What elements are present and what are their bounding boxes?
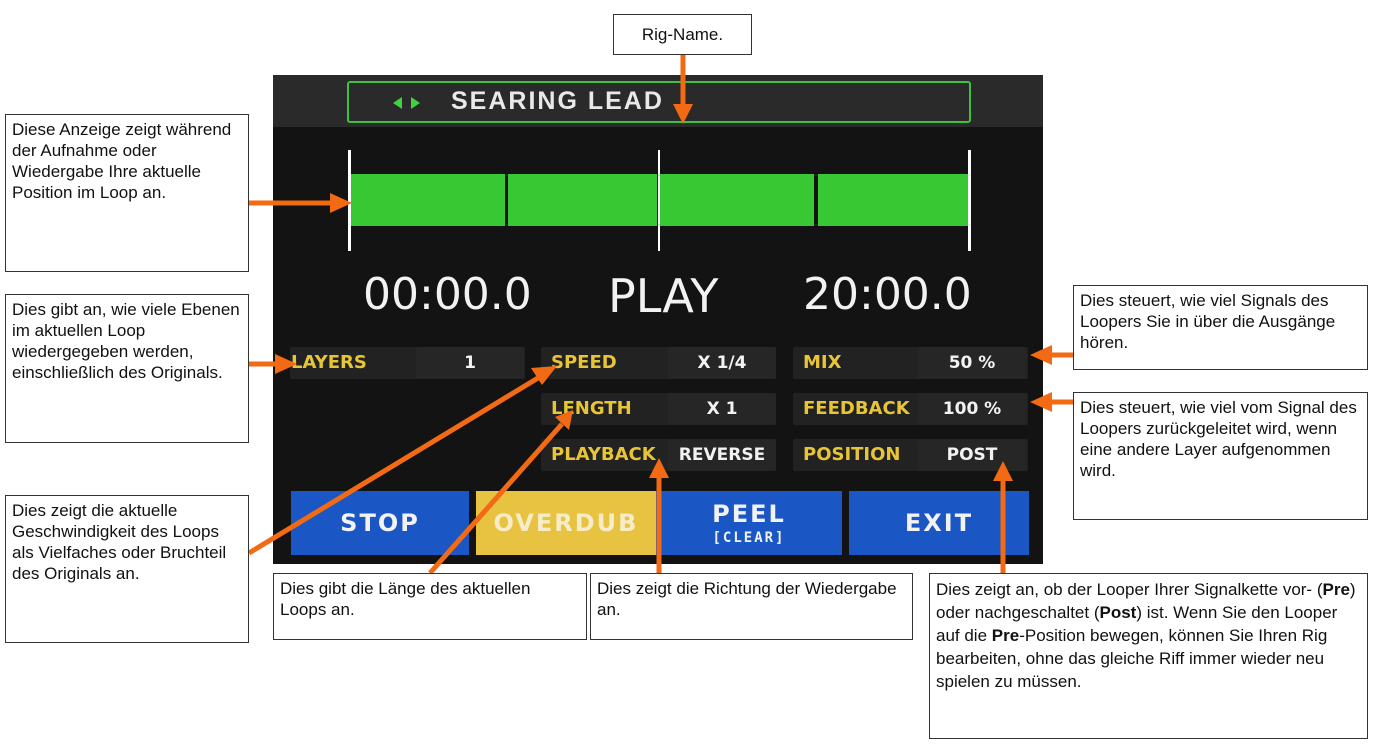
callout-position-bold-1: Pre xyxy=(1322,580,1350,599)
callout-rig-name: Rig-Name. xyxy=(613,14,752,55)
arrow-rig-name-head xyxy=(673,104,693,124)
callout-progress: Diese Anzeige zeigt während der Aufnahme… xyxy=(5,114,249,272)
arrow-playback-head xyxy=(649,458,669,478)
callout-position: Dies zeigt an, ob der Looper Ihrer Signa… xyxy=(929,573,1368,739)
callout-length: Dies gibt die Länge des aktuellen Loops … xyxy=(273,573,587,640)
arrow-length xyxy=(428,422,564,575)
arrow-progress-head xyxy=(330,193,352,213)
arrow-speed xyxy=(247,375,540,556)
callout-position-bold-3: Pre xyxy=(991,626,1020,645)
callout-speed: Dies zeigt die aktuelle Geschwindigkeit … xyxy=(5,495,249,643)
callout-feedback: Dies steuert, wie viel vom Signal des Lo… xyxy=(1073,392,1368,520)
arrow-feedback-head xyxy=(1030,392,1052,412)
callout-playback: Dies zeigt die Richtung der Wiedergabe a… xyxy=(590,573,913,640)
arrow-layers-head xyxy=(275,354,297,374)
callout-mix: Dies steuert, wie viel Signals des Loope… xyxy=(1073,285,1368,370)
callout-layers: Dies gibt an, wie viele Ebenen im aktuel… xyxy=(5,294,249,443)
callout-position-text-1: Dies zeigt an, ob der Looper Ihrer Signa… xyxy=(936,580,1323,599)
arrow-mix-head xyxy=(1030,345,1052,365)
arrow-position-head xyxy=(993,461,1013,481)
callout-position-bold-2: Post xyxy=(1099,603,1137,622)
